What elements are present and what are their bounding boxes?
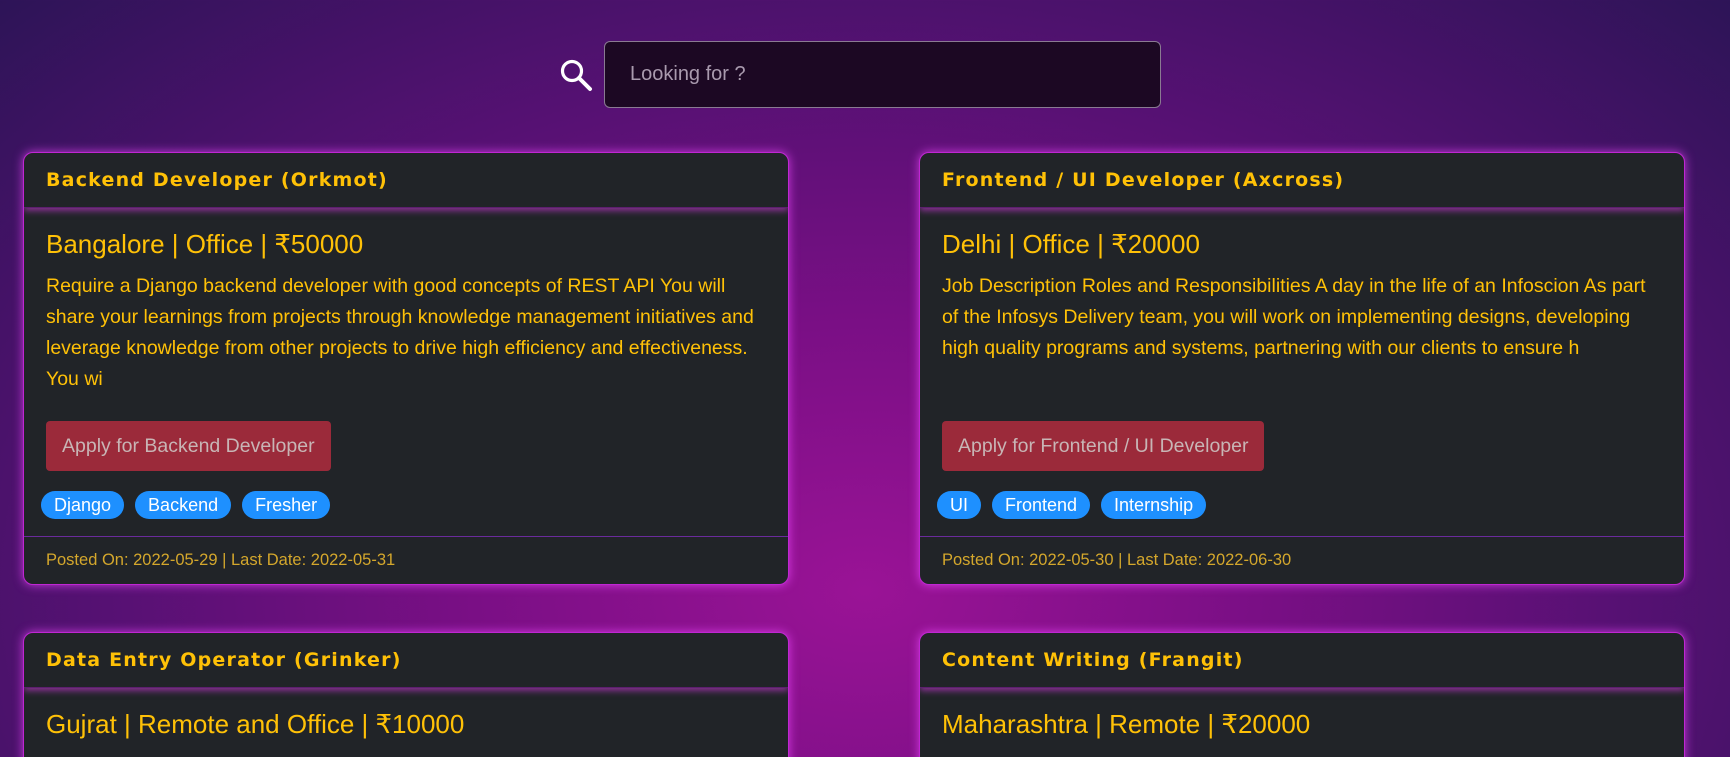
tag-badge: UI (937, 491, 981, 519)
search-input[interactable] (604, 41, 1161, 108)
search-icon[interactable] (556, 55, 596, 95)
job-card: Backend Developer (Orkmot) Bangalore | O… (23, 152, 789, 585)
job-location-salary: Bangalore | Office | ₹50000 (46, 229, 364, 259)
tag-badge: Django (41, 491, 125, 519)
job-card: Content Writing (Frangit) Maharashtra | … (919, 632, 1685, 757)
job-location-salary: Maharashtra | Remote | ₹20000 (942, 709, 1311, 739)
job-description: Job Description Roles and Responsibiliti… (942, 275, 1646, 359)
job-title: Backend Developer (Orkmot) (46, 169, 388, 191)
card-footer: Posted On: 2022-05-29 | Last Date: 2022-… (24, 536, 788, 584)
card-header: Content Writing (Frangit) (920, 633, 1684, 688)
job-location-salary: Gujrat | Remote and Office | ₹10000 (46, 709, 465, 739)
card-body: Delhi | Office | ₹20000 Job Description … (920, 208, 1684, 519)
tag-badge: Internship (1101, 491, 1207, 519)
tag-badge: Frontend (992, 491, 1091, 519)
job-title: Data Entry Operator (Grinker) (46, 649, 402, 671)
card-body: Maharashtra | Remote | ₹20000 (920, 688, 1684, 740)
card-body: Bangalore | Office | ₹50000 Require a Dj… (24, 208, 788, 519)
posted-dates: Posted On: 2022-05-30 | Last Date: 2022-… (942, 551, 1292, 569)
apply-button[interactable]: Apply for Frontend / UI Developer (942, 421, 1265, 471)
tag-badge: Fresher (242, 491, 331, 519)
tag-list: Django Backend Fresher (41, 491, 766, 519)
card-body: Gujrat | Remote and Office | ₹10000 (24, 688, 788, 740)
job-card: Frontend / UI Developer (Axcross) Delhi … (919, 152, 1685, 585)
apply-button[interactable]: Apply for Backend Developer (46, 421, 331, 471)
posted-dates: Posted On: 2022-05-29 | Last Date: 2022-… (46, 551, 396, 569)
job-title: Frontend / UI Developer (Axcross) (942, 169, 1345, 191)
job-card: Data Entry Operator (Grinker) Gujrat | R… (23, 632, 789, 757)
job-description: Require a Django backend developer with … (46, 275, 754, 390)
tag-badge: Backend (135, 491, 232, 519)
job-location-salary: Delhi | Office | ₹20000 (942, 229, 1200, 259)
card-header: Backend Developer (Orkmot) (24, 153, 788, 208)
card-header: Data Entry Operator (Grinker) (24, 633, 788, 688)
search-bar (556, 41, 1161, 108)
card-footer: Posted On: 2022-05-30 | Last Date: 2022-… (920, 536, 1684, 584)
tag-list: UI Frontend Internship (937, 491, 1662, 519)
card-header: Frontend / UI Developer (Axcross) (920, 153, 1684, 208)
job-title: Content Writing (Frangit) (942, 649, 1244, 671)
